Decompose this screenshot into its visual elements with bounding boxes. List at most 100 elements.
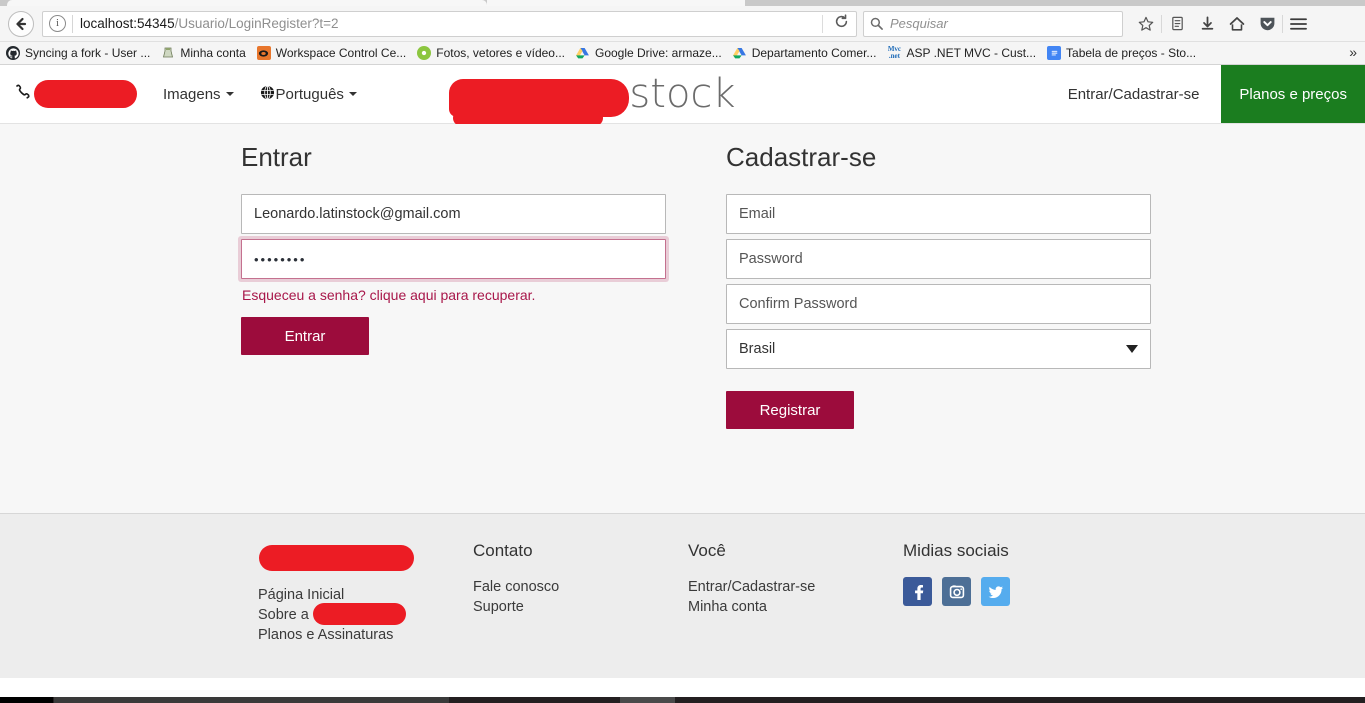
taskbar-start-button[interactable] (0, 697, 53, 703)
twitter-icon[interactable] (981, 577, 1010, 606)
bookmark-item[interactable]: Workspace Control Ce... (256, 46, 407, 60)
os-taskbar[interactable] (0, 697, 1365, 703)
footer-heading-contact: Contato (473, 541, 533, 560)
url-bar[interactable]: i localhost:54345/Usuario/LoginRegister?… (42, 10, 857, 37)
star-icon[interactable] (1131, 11, 1161, 37)
footer-column-social: Midias sociais (903, 541, 1133, 645)
site-footer: Página Inicial Sobre a Planos e Assinatu… (0, 513, 1365, 678)
library-icon[interactable] (1162, 11, 1192, 37)
forgot-password-link[interactable]: Esqueceu a senha? clique aqui para recup… (242, 287, 696, 303)
navbar-left: Imagens Português (0, 80, 383, 108)
footer-link-contact-us[interactable]: Fale conosco (473, 577, 688, 597)
bookmark-label: ASP .NET MVC - Cust... (906, 46, 1037, 60)
footer-heading-social: Midias sociais (903, 541, 1009, 560)
login-email-input[interactable]: Leonardo.latinstock@gmail.com (241, 194, 666, 234)
footer-link-home[interactable]: Página Inicial (258, 585, 473, 605)
nav-item-language[interactable]: Português (260, 85, 357, 104)
bookmarks-overflow-button[interactable]: » (1349, 44, 1357, 60)
bookmark-label: Workspace Control Ce... (275, 46, 407, 60)
facebook-icon[interactable] (903, 577, 932, 606)
taskbar-items[interactable] (54, 697, 449, 703)
bookmark-label: Departamento Comer... (751, 46, 877, 60)
browser-tab-strip[interactable] (0, 0, 1365, 6)
footer-heading-you: Você (688, 541, 726, 560)
main-content: Entrar Leonardo.latinstock@gmail.com •••… (0, 124, 1365, 513)
browser-search-placeholder: Pesquisar (890, 16, 948, 31)
bookmark-item[interactable]: Google Drive: armaze... (576, 46, 722, 60)
register-confirm-password-placeholder: Confirm Password (739, 296, 858, 312)
footer-about-redacted (313, 603, 406, 625)
register-submit-button[interactable]: Registrar (726, 391, 854, 429)
url-divider (822, 14, 823, 33)
bookmark-item[interactable]: Syncing a fork - User ... (6, 46, 150, 60)
reload-icon (835, 13, 847, 27)
nav-item-imagens-label: Imagens (163, 85, 221, 103)
nav-item-language-label: Português (275, 85, 344, 103)
url-host: localhost:54345 (80, 16, 175, 31)
footer-link-plans[interactable]: Planos e Assinaturas (258, 625, 473, 645)
phone-icon (14, 83, 32, 106)
bookmark-item[interactable]: Mvc .net ASP .NET MVC - Cust... (887, 46, 1036, 60)
footer-link-support[interactable]: Suporte (473, 597, 688, 617)
workspace-icon (256, 46, 271, 60)
drive-icon (733, 46, 747, 60)
url-text: localhost:54345/Usuario/LoginRegister?t=… (80, 16, 820, 31)
footer-link-login-register[interactable]: Entrar/Cadastrar-se (688, 577, 903, 597)
navbar-phone[interactable] (14, 80, 137, 108)
brand-name-redacted (449, 79, 630, 126)
site-navbar: Imagens Português stock Entrar/Cadastrar… (0, 65, 1365, 126)
footer-link-about[interactable]: Sobre a (258, 603, 406, 625)
register-country-select[interactable]: Brasil (726, 329, 1151, 369)
register-email-placeholder: Email (739, 206, 776, 222)
nav-login-register-link[interactable]: Entrar/Cadastrar-se (1046, 86, 1222, 103)
chevron-down-icon (225, 92, 234, 96)
taskbar-item-active[interactable] (620, 697, 675, 703)
back-arrow-icon (16, 17, 27, 30)
login-email-value: Leonardo.latinstock@gmail.com (254, 206, 461, 222)
register-password-placeholder: Password (739, 251, 803, 267)
footer-link-my-account[interactable]: Minha conta (688, 597, 903, 617)
search-icon (870, 17, 883, 30)
footer-link-about-label: Sobre a (258, 607, 309, 623)
downloads-icon[interactable] (1192, 11, 1222, 37)
phone-number-redacted (34, 80, 137, 108)
bookmarks-bar: Syncing a fork - User ... Minha conta Wo… (0, 42, 1365, 65)
register-confirm-password-input[interactable]: Confirm Password (726, 284, 1151, 324)
url-path: /Usuario/LoginRegister?t=2 (174, 16, 339, 31)
bookmark-label: Google Drive: armaze... (594, 46, 722, 60)
footer-logo-redacted (259, 545, 414, 571)
instagram-icon[interactable] (942, 577, 971, 606)
reload-button[interactable] (828, 13, 854, 34)
page-info-icon[interactable]: i (49, 15, 66, 32)
browser-search-box[interactable]: Pesquisar (863, 10, 1123, 37)
photos-icon (417, 46, 432, 60)
login-heading: Entrar (241, 142, 312, 172)
browser-tab-secondary[interactable] (487, 0, 745, 6)
nav-plans-button[interactable]: Planos e preços (1221, 65, 1365, 123)
bookmark-item[interactable]: Minha conta (161, 46, 246, 60)
chevron-down-icon (1126, 345, 1138, 353)
nav-item-imagens[interactable]: Imagens (163, 86, 234, 103)
bookmark-item[interactable]: Tabela de preços - Sto... (1047, 46, 1196, 60)
github-icon (6, 46, 20, 60)
pocket-icon[interactable] (1252, 11, 1282, 37)
bookmark-item[interactable]: Fotos, vetores e vídeo... (417, 46, 565, 60)
social-links (903, 577, 1133, 606)
menu-icon[interactable] (1283, 11, 1313, 37)
bookmark-item[interactable]: Departamento Comer... (733, 46, 877, 60)
brand-text: stock (629, 71, 736, 117)
register-password-input[interactable]: Password (726, 239, 1151, 279)
bookmark-label: Minha conta (180, 46, 246, 60)
home-icon[interactable] (1222, 11, 1252, 37)
docs-icon (1047, 46, 1062, 60)
page-viewport: Imagens Português stock Entrar/Cadastrar… (0, 65, 1365, 697)
browser-toolbar: i localhost:54345/Usuario/LoginRegister?… (0, 6, 1365, 42)
login-submit-button[interactable]: Entrar (241, 317, 369, 355)
login-password-input[interactable]: •••••••• (241, 239, 666, 279)
back-button[interactable] (8, 10, 34, 37)
register-email-input[interactable]: Email (726, 194, 1151, 234)
footer-column-you: Você Entrar/Cadastrar-se Minha conta (688, 541, 903, 645)
browser-tab-active[interactable] (7, 0, 487, 6)
register-panel: Cadastrar-se Email Password Confirm Pass… (726, 142, 1181, 429)
